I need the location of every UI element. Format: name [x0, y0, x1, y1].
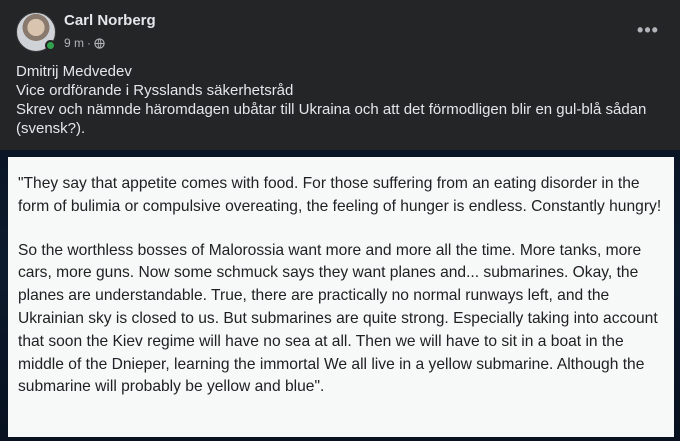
post-text: Dmitrij Medvedev Vice ordförande i Ryssl…: [16, 62, 666, 138]
post-subline: 9 m ·: [64, 35, 156, 51]
post-timestamp[interactable]: 9 m: [64, 35, 84, 51]
quote-paragraph: "They say that appetite comes with food.…: [18, 175, 662, 215]
quote-paragraph: So the worthless bosses of Malorossia wa…: [18, 241, 658, 396]
post-header: Carl Norberg 9 m ·: [16, 12, 156, 52]
post-text-line: Vice ordförande i Rysslands säkerhetsråd: [16, 82, 294, 99]
avatar[interactable]: [16, 12, 56, 52]
post-card: Carl Norberg 9 m · ••• Dmitrij Medvedev …: [0, 0, 680, 441]
post-image[interactable]: "They say that appetite comes with food.…: [0, 150, 680, 441]
quote-screenshot: "They say that appetite comes with food.…: [8, 157, 674, 437]
separator: ·: [87, 36, 92, 50]
author-name[interactable]: Carl Norberg: [64, 12, 156, 30]
online-status-icon: [45, 40, 56, 51]
globe-icon[interactable]: [94, 37, 105, 49]
post-text-line: Dmitrij Medvedev: [16, 63, 132, 80]
post-meta: Carl Norberg 9 m ·: [64, 12, 156, 51]
post-text-line: Skrev och nämnde häromdagen ubåtar till …: [16, 101, 647, 137]
more-options-icon[interactable]: •••: [630, 18, 666, 42]
